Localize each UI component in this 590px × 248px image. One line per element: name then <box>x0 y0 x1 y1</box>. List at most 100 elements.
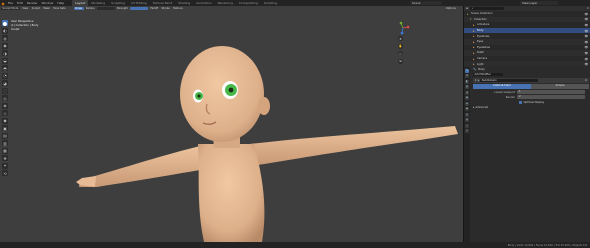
levels-viewport-field[interactable]: 1 <box>517 90 585 94</box>
visibility-eye-icon[interactable]: 👁 <box>584 29 588 33</box>
sculpt-tool-icon[interactable]: ◈ <box>2 102 8 109</box>
levels-viewport-label: Levels Viewport <box>494 90 516 94</box>
properties-tab-icon[interactable]: ◎ <box>465 112 469 117</box>
sculpt-tool-icon[interactable]: ✥ <box>2 155 8 161</box>
outliner-item-label: Collection <box>474 17 487 21</box>
properties-tab-icon[interactable]: ▤ <box>465 85 469 89</box>
add-modifier-button[interactable]: Add Modifier <box>473 72 503 77</box>
visibility-eye-icon[interactable]: 👁 <box>584 17 588 21</box>
radius-field[interactable] <box>96 6 115 11</box>
move-view-icon[interactable]: ✥ <box>398 36 403 41</box>
stroke-menu[interactable]: Stroke <box>160 7 171 11</box>
view-layer-label: View Layer <box>522 1 538 5</box>
visibility-eye-icon[interactable]: 👁 <box>584 62 588 66</box>
modifier-header[interactable]: ▾ ◈ Subdivision ✕ <box>473 78 589 83</box>
sculpt-tool-icon[interactable]: ◕ <box>2 80 8 86</box>
menu-edit[interactable]: Edit <box>15 1 25 5</box>
outliner-item-label: Scene Collection <box>471 12 493 16</box>
visibility-eye-icon[interactable]: 👁 <box>584 57 588 61</box>
3d-viewport[interactable]: Sculpt Mode View Sculpt Mask Face Sets D… <box>0 6 463 242</box>
properties-tab-icon[interactable]: ◧ <box>465 79 469 84</box>
sculpt-tool-icon[interactable]: ◒ <box>2 57 8 64</box>
properties-tab-icon[interactable]: ◍ <box>465 118 469 122</box>
render-levels-field[interactable]: 2 <box>517 95 585 99</box>
strength-field[interactable] <box>130 6 149 11</box>
sculpt-tool-icon[interactable]: ◇ <box>2 110 8 116</box>
brush-selector[interactable]: Draw <box>73 6 84 11</box>
visibility-eye-icon[interactable]: 👁 <box>584 23 588 27</box>
menu-window[interactable]: Window <box>40 1 56 5</box>
properties-tab-icon[interactable]: ◈ <box>465 101 469 106</box>
menu-help[interactable]: Help <box>55 1 66 5</box>
viewport-header: Sculpt Mode View Sculpt Mask Face Sets D… <box>0 6 463 11</box>
outliner: ☰ ⌕ ⏷ ▸ Scene Collection 👁 ▾ Collection 👁 ▸ Arm… <box>464 6 590 66</box>
radius-label: Radius <box>85 6 95 10</box>
camera-view-icon[interactable]: 🎥 <box>398 51 403 56</box>
properties-tab-icon[interactable]: ◌ <box>465 123 469 128</box>
scene-selector[interactable]: Scene <box>410 1 442 5</box>
close-icon[interactable]: ✕ <box>585 79 587 82</box>
sculpt-tool-icon[interactable]: ▤ <box>2 132 8 139</box>
properties-tab-icon[interactable]: ◔ <box>465 90 469 95</box>
visibility-eye-icon[interactable]: 👁 <box>584 51 588 55</box>
axis-gizmo-icon[interactable] <box>396 21 410 35</box>
sculpt-tool-icon[interactable]: ◉ <box>2 42 8 49</box>
sculpt-tool-icon[interactable]: ◔ <box>2 72 8 79</box>
tab-catmull-clark[interactable]: Catmull-Clark <box>473 84 531 89</box>
visibility-eye-icon[interactable]: 👁 <box>584 45 588 49</box>
sculpt-tool-icon[interactable]: ⬤ <box>2 20 8 26</box>
properties-tab-icon[interactable]: 🔧 <box>465 68 469 73</box>
properties-tab-icon[interactable]: ◆ <box>465 107 469 111</box>
outliner-row[interactable]: ▸ Light 👁 <box>464 61 590 66</box>
visibility-eye-icon[interactable]: 👁 <box>584 12 588 16</box>
properties-body: 🔧 Body Add Modifier ▾ ◈ Subdivision ✕ Ca… <box>471 67 590 242</box>
sculpt-toolbar: ⬤ ◐ ◍ ◉ ◑ ◒ ◓ ◔ ◕ ◌ ◎ ◈ ◇ ◆ ▣ ▤ ▥ ▦ ✥ ✦ ⟲ <box>1 20 9 178</box>
outliner-item-label: Teeth <box>477 51 484 55</box>
ortho-toggle-icon[interactable]: ⊞ <box>398 58 403 64</box>
texture-menu[interactable]: Texture <box>172 7 184 11</box>
sculpt-tool-icon[interactable]: ◌ <box>2 87 8 94</box>
advanced-panel[interactable]: ▸ Advanced <box>471 105 590 110</box>
view-layer-selector[interactable]: View Layer <box>520 1 558 5</box>
status-bar: Body | Verts 12,842 | Faces 12,810 | Tri… <box>0 242 590 248</box>
menu-face-sets[interactable]: Face Sets <box>52 7 67 11</box>
viewport-info: User Perspective (1) Collection | Body S… <box>11 19 38 31</box>
properties-tab-icon[interactable]: ◉ <box>465 96 469 100</box>
visibility-eye-icon[interactable]: 👁 <box>584 40 588 44</box>
sculpt-tool-icon[interactable]: ▣ <box>2 125 8 131</box>
filter-icon[interactable]: ⏷ <box>587 7 589 10</box>
right-sidebar: ☰ ⌕ ⏷ ▸ Scene Collection 👁 ▾ Collection 👁 ▸ Arm… <box>463 6 590 242</box>
options-menu[interactable]: Options <box>445 7 457 11</box>
chevron-down-icon[interactable]: ▾ <box>475 79 476 82</box>
menu-render[interactable]: Render <box>25 1 40 5</box>
sculpt-tool-icon[interactable]: ⟲ <box>2 170 8 176</box>
properties-tab-icon[interactable]: ◇ <box>465 129 469 133</box>
sculpt-tool-icon[interactable]: ◓ <box>2 65 8 71</box>
modifier-name-field[interactable]: Subdivision <box>480 78 539 83</box>
sculpt-tool-icon[interactable]: ✦ <box>2 162 8 169</box>
menu-file[interactable]: File <box>6 1 15 5</box>
menu-sculpt[interactable]: Sculpt <box>31 7 41 11</box>
sculpt-tool-icon[interactable]: ◐ <box>2 27 8 34</box>
visibility-eye-icon[interactable]: 👁 <box>584 34 588 38</box>
sculpt-tool-icon[interactable]: ▥ <box>2 140 8 146</box>
sculpt-tool-icon[interactable]: ◍ <box>2 35 8 41</box>
menu-view[interactable]: View <box>21 7 30 11</box>
pan-view-icon[interactable]: ✋ <box>398 43 403 49</box>
outliner-search[interactable]: ⌕ <box>470 6 505 11</box>
sculpt-tool-icon[interactable]: ◆ <box>2 117 8 124</box>
sculpt-tool-icon[interactable]: ▦ <box>2 147 8 154</box>
mode-selector[interactable]: Sculpt Mode <box>1 6 20 11</box>
sculpt-tool-icon[interactable]: ◎ <box>2 95 8 101</box>
outliner-type-icon[interactable]: ☰ <box>466 7 468 10</box>
add-modifier-row: Add Modifier <box>471 72 590 77</box>
menu-mask[interactable]: Mask <box>42 7 51 11</box>
chevron-right-icon: ▸ <box>473 105 475 109</box>
outliner-item-label: Eyes <box>477 40 484 44</box>
tab-simple[interactable]: Simple <box>531 84 589 89</box>
render-levels-label: Render <box>505 95 515 99</box>
properties-tab-icon[interactable]: ⚙ <box>465 74 469 78</box>
sculpt-tool-icon[interactable]: ◑ <box>2 50 8 56</box>
falloff-menu[interactable]: Falloff <box>149 7 159 11</box>
outliner-item-label: Body <box>477 29 484 33</box>
